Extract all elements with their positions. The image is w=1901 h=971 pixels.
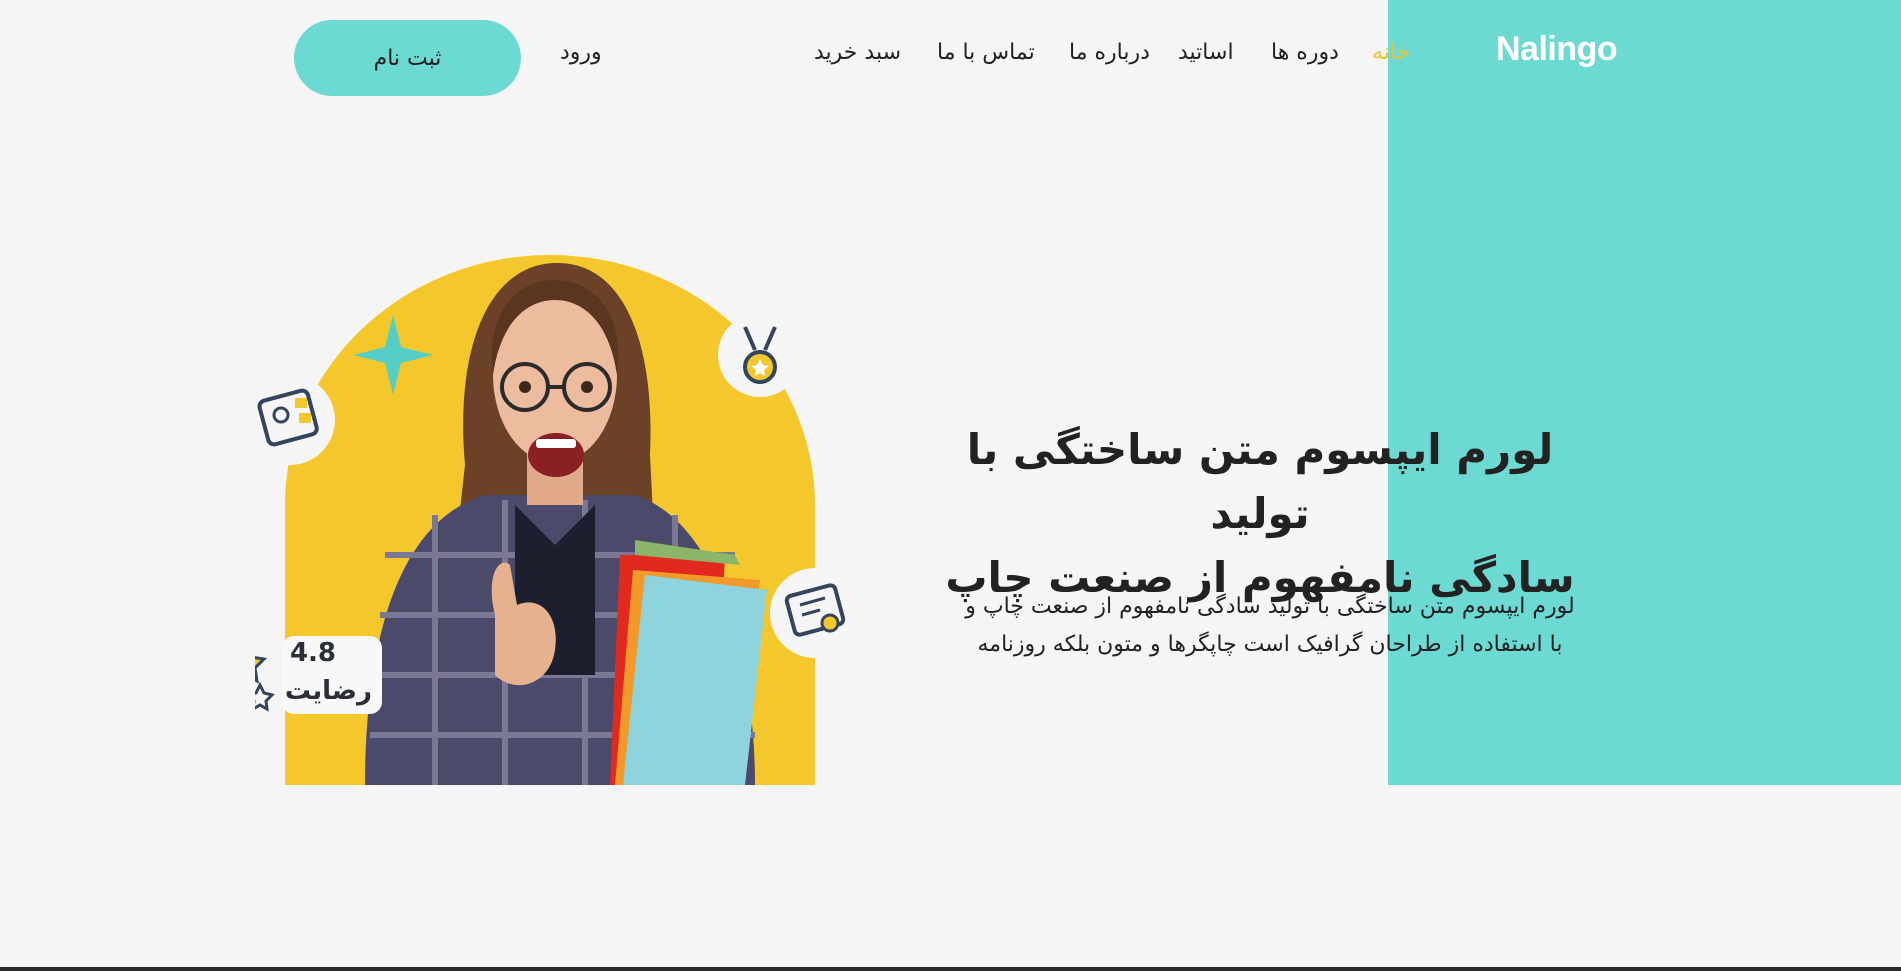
hero-description-line-2: با استفاده از طراحان گرافیک است چاپگرها … xyxy=(977,632,1563,657)
nav-about[interactable]: درباره ما xyxy=(1069,40,1150,65)
nav-courses[interactable]: دوره ها xyxy=(1271,40,1339,65)
teeth xyxy=(536,439,576,448)
rating-label: رضایت xyxy=(284,676,372,706)
folder-blue xyxy=(623,575,767,785)
teal-background-panel xyxy=(1388,0,1901,785)
star-icon xyxy=(255,656,275,712)
certificate-icon xyxy=(770,568,860,658)
logo[interactable]: Nalingo xyxy=(1496,30,1618,69)
rating-card: 4.8 رضایت xyxy=(282,636,382,714)
nav-home[interactable]: خانه xyxy=(1372,40,1410,65)
eye-left xyxy=(519,381,531,393)
hero-description-line-1: لورم ایپسوم متن ساختگی با تولید سادگی نا… xyxy=(965,594,1575,619)
hero-description: لورم ایپسوم متن ساختگی با تولید سادگی نا… xyxy=(930,588,1610,664)
medal-icon xyxy=(718,313,802,397)
hero-title-line-1: لورم ایپسوم متن ساختگی با تولید xyxy=(966,425,1554,538)
rating-value: 4.8 xyxy=(289,638,336,668)
nav-cart[interactable]: سبد خرید xyxy=(814,40,901,65)
hero-title: لورم ایپسوم متن ساختگی با تولید سادگی نا… xyxy=(940,418,1580,610)
bottom-divider xyxy=(0,967,1901,971)
eye-right xyxy=(581,381,593,393)
signup-button[interactable]: ثبت نام xyxy=(294,20,521,96)
login-button[interactable]: ورود xyxy=(560,40,602,65)
nav-contact[interactable]: تماس با ما xyxy=(937,40,1035,65)
nav-teachers[interactable]: اساتید xyxy=(1178,40,1234,65)
